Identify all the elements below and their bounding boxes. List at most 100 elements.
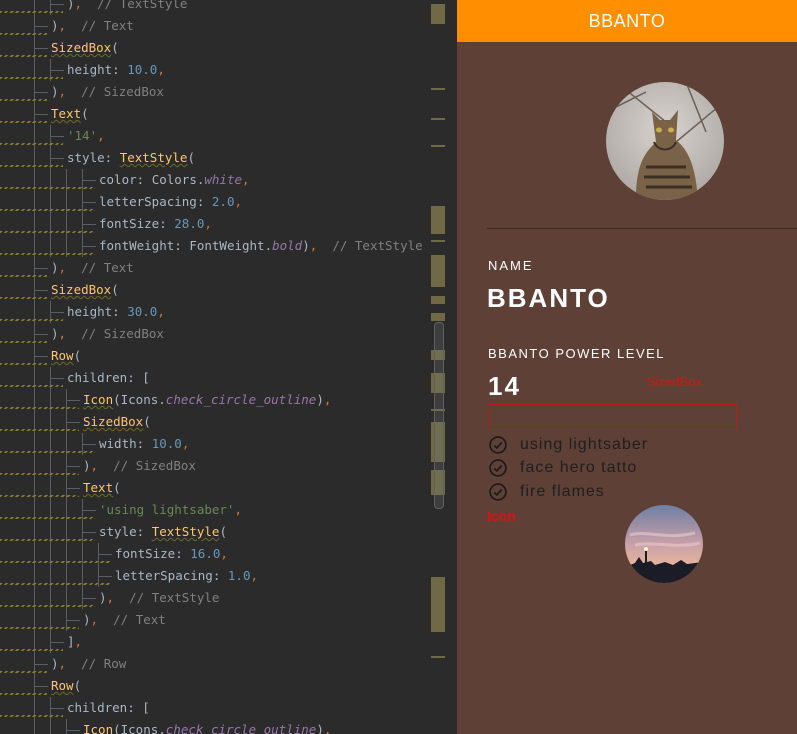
lint-squiggle [0,363,47,365]
code-line[interactable]: Text( [83,477,121,499]
code-token: color [99,172,137,187]
code-line[interactable]: letterSpacing: 2.0, [99,191,242,213]
code-line[interactable]: fontSize: 16.0, [115,543,228,565]
stripe-marker[interactable] [431,206,445,234]
code-token: : [ [127,700,150,715]
stripe-marker[interactable] [431,296,445,304]
code-line[interactable]: fontSize: 28.0, [99,213,212,235]
power-level-value: 14 [488,371,521,401]
code-line[interactable]: height: 10.0, [67,59,165,81]
stripe-marker[interactable] [431,118,445,120]
code-line[interactable]: width: 10.0, [99,433,189,455]
code-token: // TextStyle [317,238,423,253]
code-line[interactable]: SizedBox( [51,279,119,301]
code-token: ) [51,326,59,341]
icon-debug-label: Icon [487,508,516,524]
code-line[interactable]: style: TextStyle( [99,521,227,543]
indent-tick [83,224,96,225]
code-line[interactable]: ], [67,631,82,653]
divider [487,228,797,229]
code-line[interactable]: '14', [67,125,105,147]
code-token: : [ [127,370,150,385]
code-line[interactable]: ), // SizedBox [51,81,164,103]
code-line[interactable]: ), // Row [51,653,126,675]
code-token: : FontWeight. [174,238,273,253]
indent-tick [35,48,48,49]
lint-squiggle [0,429,79,431]
code-token: (Icons. [113,392,166,407]
lint-squiggle [0,143,63,145]
code-token: // SizedBox [66,84,164,99]
code-editor[interactable]: ), // TextStyle), // Text SizedBox(height… [0,0,457,734]
check-circle-outline-icon [489,483,507,501]
code-line[interactable]: ), // Text [83,609,166,631]
code-token: ( [111,40,119,55]
indent-tick [83,444,96,445]
code-line[interactable]: height: 30.0, [67,301,165,323]
lint-squiggle [0,275,47,277]
code-line[interactable]: children: [ [67,697,150,719]
stripe-marker[interactable] [431,577,445,632]
code-token: Row [51,678,74,693]
indent-tick [51,378,64,379]
code-token: 30.0 [127,304,158,319]
code-line[interactable]: ), // Text [51,257,134,279]
code-line[interactable]: color: Colors.white, [99,169,250,191]
code-token: ( [111,282,119,297]
indent-tick [83,202,96,203]
code-token: width [99,436,137,451]
skill-row: fire flames [488,481,605,503]
lint-squiggle [0,407,79,409]
indent-guide [66,719,67,734]
lint-squiggle [0,517,95,519]
code-token: , [157,304,165,319]
name-value: BBANTO [487,283,610,313]
editor-scrollbar-thumb[interactable] [434,322,444,509]
code-line[interactable]: ), // SizedBox [51,323,164,345]
code-line[interactable]: Text( [51,103,89,125]
code-line[interactable]: Icon(Icons.check_circle_outline), [83,719,331,734]
code-token: : [112,62,128,77]
code-line[interactable]: ), // SizedBox [83,455,196,477]
code-line[interactable]: Icon(Icons.check_circle_outline), [83,389,331,411]
code-token: 10.0 [151,436,182,451]
stripe-marker[interactable] [431,88,445,90]
code-token: , [204,216,212,231]
code-token: : [136,436,152,451]
code-token: 16.0 [190,546,221,561]
code-token: white [204,172,243,187]
code-token: 2.0 [211,194,235,209]
code-line[interactable]: style: TextStyle( [67,147,195,169]
indent-tick [51,708,64,709]
code-token: ) [99,590,107,605]
code-token: '14' [67,128,98,143]
app-bar-title: BBANTO [588,10,666,31]
code-line[interactable]: children: [ [67,367,150,389]
code-line[interactable]: SizedBox( [51,37,119,59]
lint-squiggle [0,627,79,629]
stripe-marker[interactable] [431,313,445,321]
code-token: : [112,304,128,319]
code-line[interactable]: 'using lightsaber', [99,499,242,521]
code-line[interactable]: SizedBox( [83,411,151,433]
code-token: ( [187,150,195,165]
code-line[interactable]: letterSpacing: 1.0, [115,565,258,587]
sizedbox-debug-outline [489,404,737,430]
code-line[interactable]: ), // Text [51,15,134,37]
stripe-marker[interactable] [431,255,445,287]
code-token: : [159,216,175,231]
code-line[interactable]: ), // TextStyle [99,587,219,609]
stripe-marker[interactable] [431,4,445,24]
code-line[interactable]: ), // TextStyle [67,0,187,15]
code-token: SizedBox [83,414,144,429]
stripe-marker[interactable] [431,240,445,242]
code-token: , [97,128,105,143]
code-line[interactable]: fontWeight: FontWeight.bold), // TextSty… [99,235,423,257]
indent-tick [35,290,48,291]
code-line[interactable]: Row( [51,675,81,697]
lint-squiggle [0,341,47,343]
lint-squiggle [0,77,63,79]
stripe-marker[interactable] [431,145,445,147]
code-line[interactable]: Row( [51,345,81,367]
stripe-marker[interactable] [431,656,445,658]
